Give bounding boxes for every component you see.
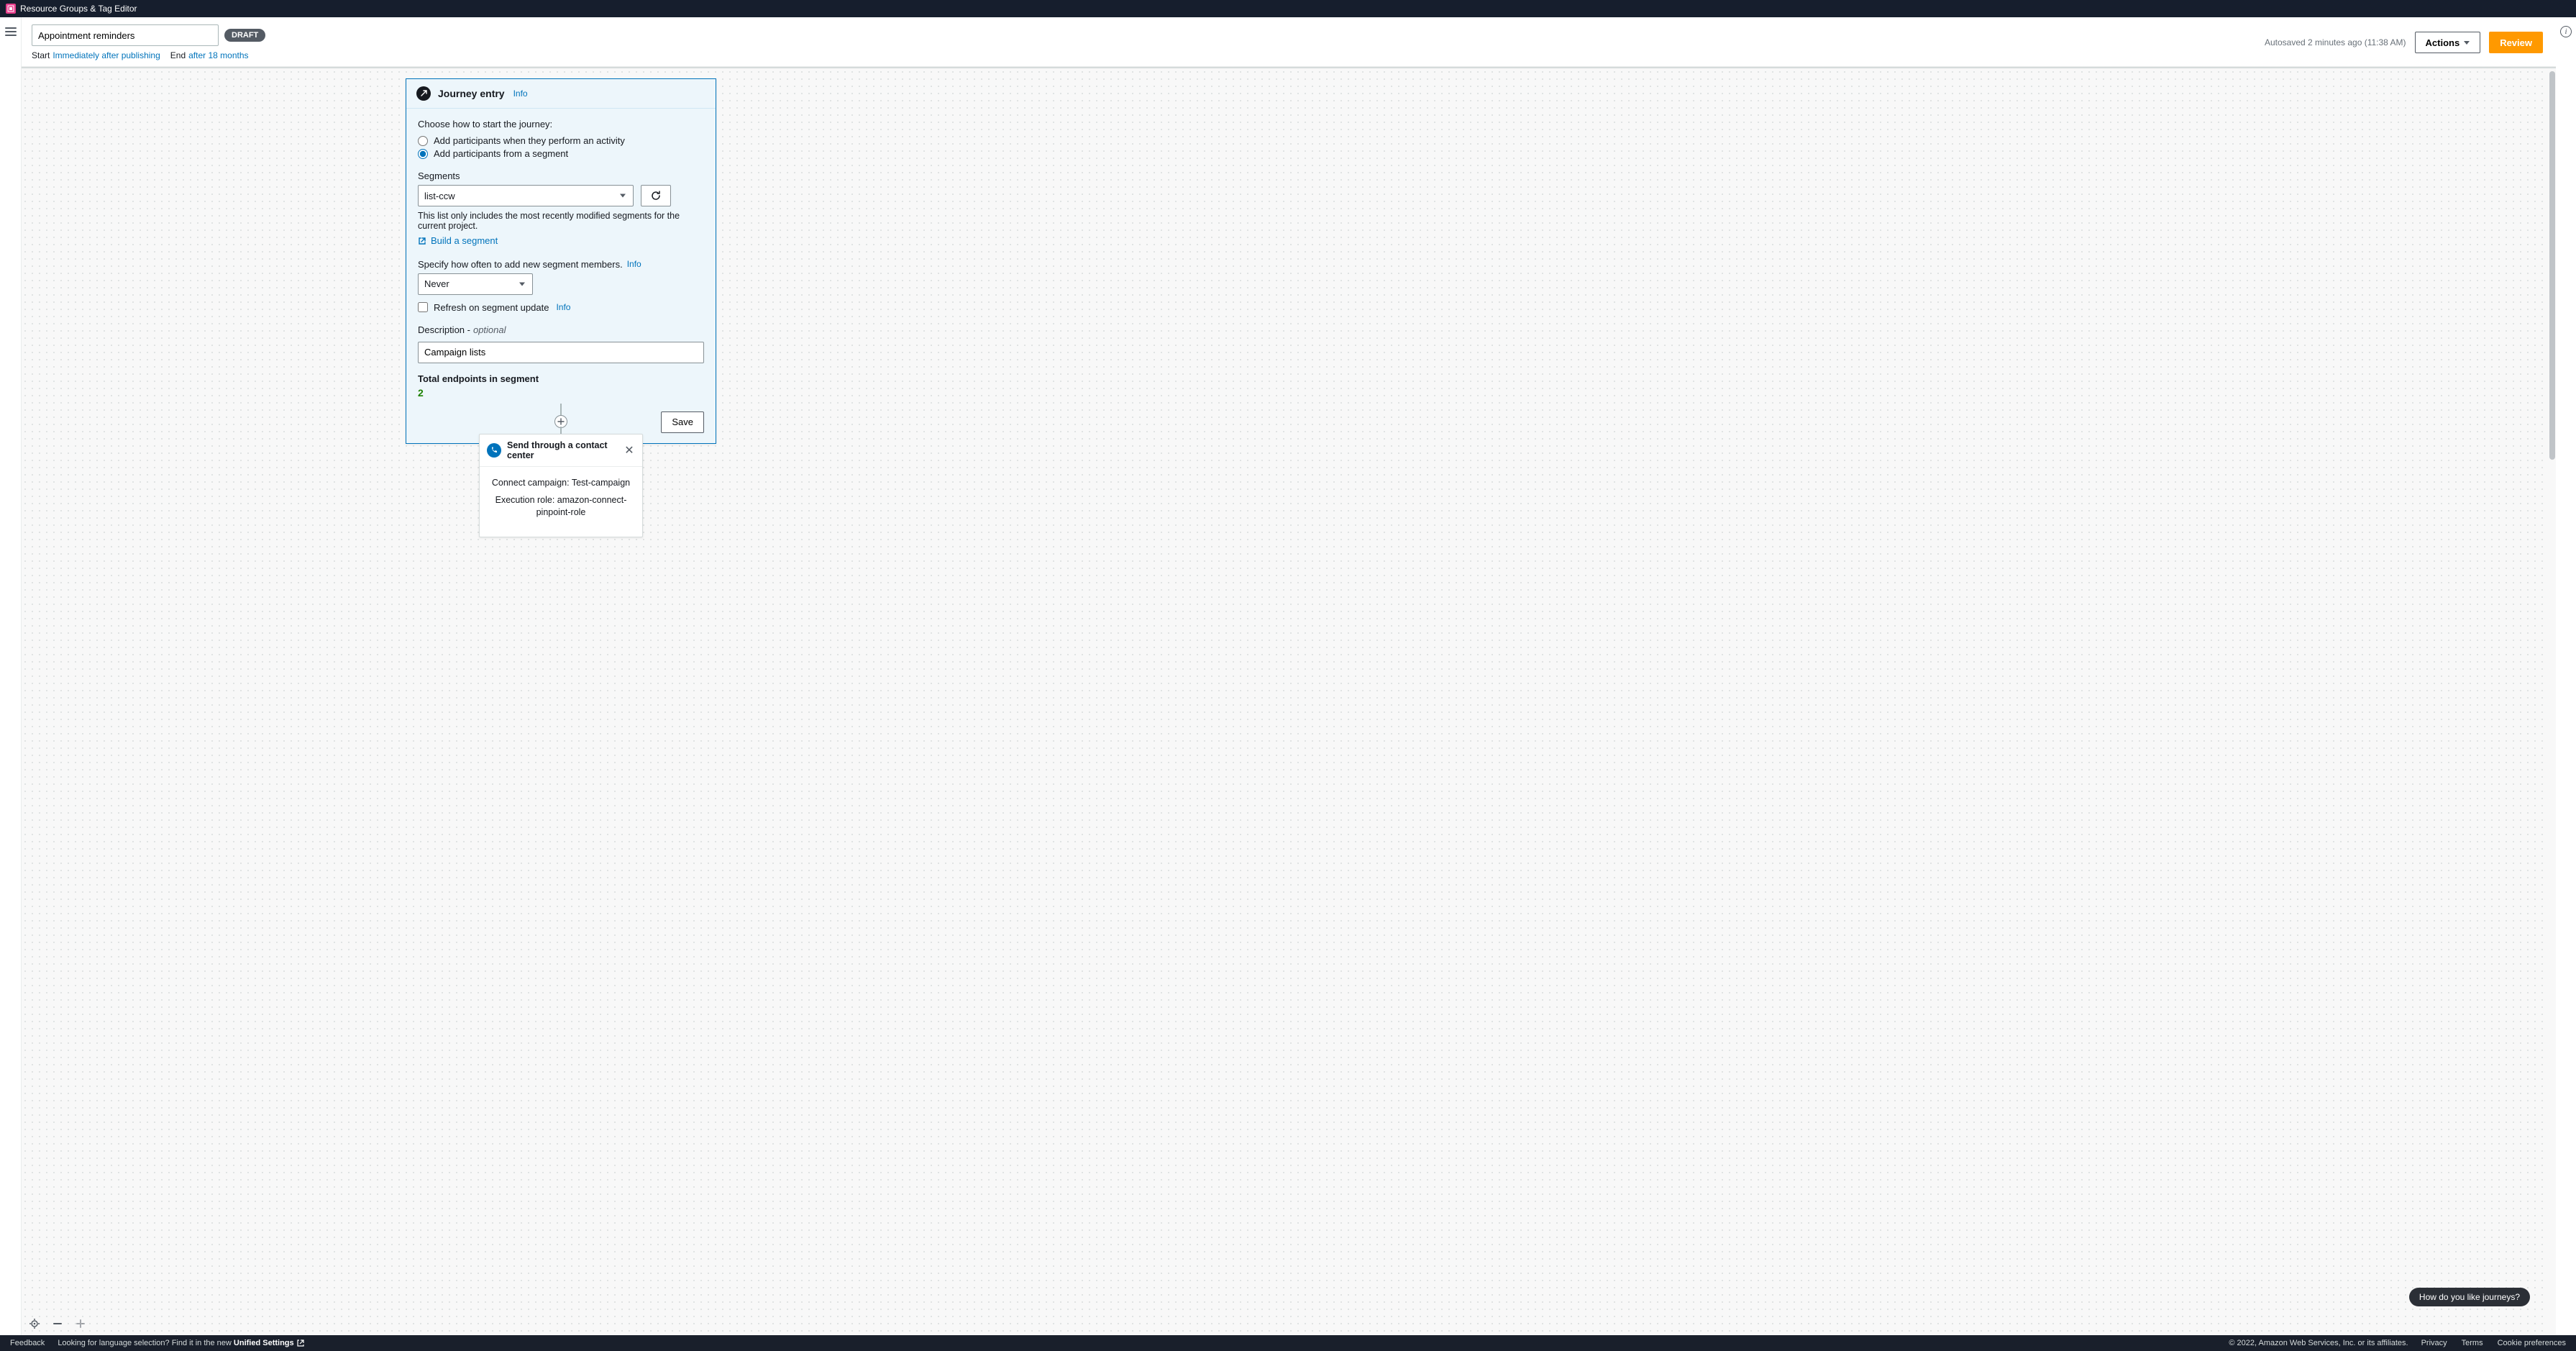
canvas-controls bbox=[27, 1316, 88, 1331]
footer-cookie-link[interactable]: Cookie preferences bbox=[2498, 1339, 2566, 1347]
segments-label: Segments bbox=[418, 170, 704, 181]
description-input[interactable] bbox=[418, 342, 704, 363]
journey-canvas-wrap: Journey entry Info Choose how to start t… bbox=[22, 67, 2556, 1335]
minus-icon bbox=[52, 1319, 63, 1329]
chevron-down-icon bbox=[2464, 41, 2470, 45]
vertical-scrollbar[interactable] bbox=[2549, 68, 2556, 1335]
menu-icon[interactable] bbox=[5, 27, 17, 36]
journey-timing: Start Immediately after publishing End a… bbox=[32, 50, 265, 60]
segment-select[interactable]: list-ccw bbox=[418, 185, 634, 206]
service-bar: Resource Groups & Tag Editor bbox=[0, 0, 2576, 17]
refresh-segments-button[interactable] bbox=[641, 185, 671, 206]
unified-settings-text: Unified Settings bbox=[234, 1339, 294, 1347]
refresh-info-link[interactable]: Info bbox=[556, 302, 570, 312]
service-logo-icon bbox=[6, 4, 16, 14]
actions-label: Actions bbox=[2426, 37, 2460, 48]
left-panel-handle bbox=[0, 17, 22, 1335]
frequency-label-text: Specify how often to add new segment mem… bbox=[418, 259, 623, 270]
actions-button[interactable]: Actions bbox=[2415, 32, 2481, 53]
right-rail: i bbox=[2556, 17, 2576, 1335]
info-icon[interactable]: i bbox=[2560, 26, 2572, 37]
journey-entry-icon bbox=[416, 86, 431, 101]
autosave-text: Autosaved 2 minutes ago (11:38 AM) bbox=[2265, 37, 2406, 47]
radio-activity-label: Add participants when they perform an ac… bbox=[434, 135, 625, 146]
contact-center-card: Send through a contact center ✕ Connect … bbox=[479, 434, 643, 537]
service-title: Resource Groups & Tag Editor bbox=[20, 4, 137, 14]
campaign-value: Test-campaign bbox=[572, 478, 630, 488]
start-label: Start bbox=[32, 50, 50, 60]
review-button[interactable]: Review bbox=[2489, 32, 2543, 53]
recenter-button[interactable] bbox=[27, 1316, 42, 1331]
zoom-in-button[interactable] bbox=[73, 1316, 88, 1331]
radio-activity[interactable]: Add participants when they perform an ac… bbox=[418, 135, 704, 146]
scrollbar-thumb[interactable] bbox=[2549, 71, 2555, 460]
footer: Feedback Looking for language selection?… bbox=[0, 1335, 2576, 1351]
connector-line-2 bbox=[560, 427, 562, 434]
radio-segment[interactable]: Add participants from a segment bbox=[418, 148, 704, 159]
choose-start-label: Choose how to start the journey: bbox=[418, 119, 704, 129]
plus-icon bbox=[76, 1319, 86, 1329]
total-endpoints-value: 2 bbox=[418, 387, 704, 399]
description-label-text: Description - bbox=[418, 324, 470, 335]
end-value-link[interactable]: after 18 months bbox=[188, 50, 248, 60]
end-label: End bbox=[170, 50, 186, 60]
footer-privacy-link[interactable]: Privacy bbox=[2421, 1339, 2447, 1347]
refresh-on-update-row[interactable]: Refresh on segment update Info bbox=[418, 302, 704, 313]
external-link-icon bbox=[418, 237, 426, 245]
footer-lang-hint: Looking for language selection? Find it … bbox=[58, 1339, 303, 1347]
start-value-link[interactable]: Immediately after publishing bbox=[52, 50, 160, 60]
close-icon[interactable]: ✕ bbox=[624, 443, 635, 458]
frequency-label: Specify how often to add new segment mem… bbox=[418, 259, 704, 270]
refresh-icon bbox=[650, 190, 662, 201]
role-label: Execution role: bbox=[495, 495, 557, 505]
role-row: Execution role: amazon-connect-pinpoint-… bbox=[488, 494, 634, 519]
journey-entry-info-link[interactable]: Info bbox=[513, 88, 528, 99]
unified-settings-link[interactable]: Unified Settings bbox=[234, 1339, 304, 1347]
status-badge: DRAFT bbox=[224, 29, 265, 42]
build-segment-link[interactable]: Build a segment bbox=[418, 235, 498, 246]
description-label: Description - optional bbox=[418, 324, 704, 335]
build-segment-text: Build a segment bbox=[431, 235, 498, 246]
refresh-on-update-label: Refresh on segment update bbox=[434, 302, 549, 313]
zoom-out-button[interactable] bbox=[50, 1316, 65, 1331]
contact-center-title: Send through a contact center bbox=[507, 440, 618, 460]
save-button[interactable]: Save bbox=[661, 411, 704, 433]
radio-activity-input[interactable] bbox=[418, 136, 428, 146]
target-icon bbox=[29, 1318, 40, 1329]
segment-select-value: list-ccw bbox=[424, 191, 455, 201]
phone-icon bbox=[487, 443, 501, 458]
journey-name-input[interactable] bbox=[32, 24, 219, 46]
campaign-row: Connect campaign: Test-campaign bbox=[488, 477, 634, 490]
description-optional: optional bbox=[473, 324, 506, 335]
footer-feedback-link[interactable]: Feedback bbox=[10, 1339, 45, 1347]
radio-segment-label: Add participants from a segment bbox=[434, 148, 568, 159]
journey-entry-title: Journey entry bbox=[438, 88, 505, 99]
journey-entry-card: Journey entry Info Choose how to start t… bbox=[406, 78, 716, 444]
refresh-on-update-checkbox[interactable] bbox=[418, 302, 428, 312]
segments-hint: This list only includes the most recentl… bbox=[418, 211, 704, 231]
footer-lang-text: Looking for language selection? Find it … bbox=[58, 1339, 234, 1347]
footer-terms-link[interactable]: Terms bbox=[2462, 1339, 2483, 1347]
total-endpoints-label: Total endpoints in segment bbox=[418, 373, 704, 384]
frequency-select-value: Never bbox=[424, 278, 449, 289]
frequency-select[interactable]: Never bbox=[418, 273, 533, 295]
journey-canvas[interactable]: Journey entry Info Choose how to start t… bbox=[22, 68, 2549, 1335]
feedback-pill[interactable]: How do you like journeys? bbox=[2409, 1288, 2530, 1306]
footer-copyright: © 2022, Amazon Web Services, Inc. or its… bbox=[2229, 1339, 2408, 1347]
radio-segment-input[interactable] bbox=[418, 149, 428, 159]
external-link-icon bbox=[297, 1339, 304, 1347]
journey-toolbar: DRAFT Start Immediately after publishing… bbox=[22, 17, 2556, 67]
campaign-label: Connect campaign: bbox=[492, 478, 572, 488]
frequency-info-link[interactable]: Info bbox=[627, 259, 641, 269]
plus-icon bbox=[557, 418, 565, 425]
